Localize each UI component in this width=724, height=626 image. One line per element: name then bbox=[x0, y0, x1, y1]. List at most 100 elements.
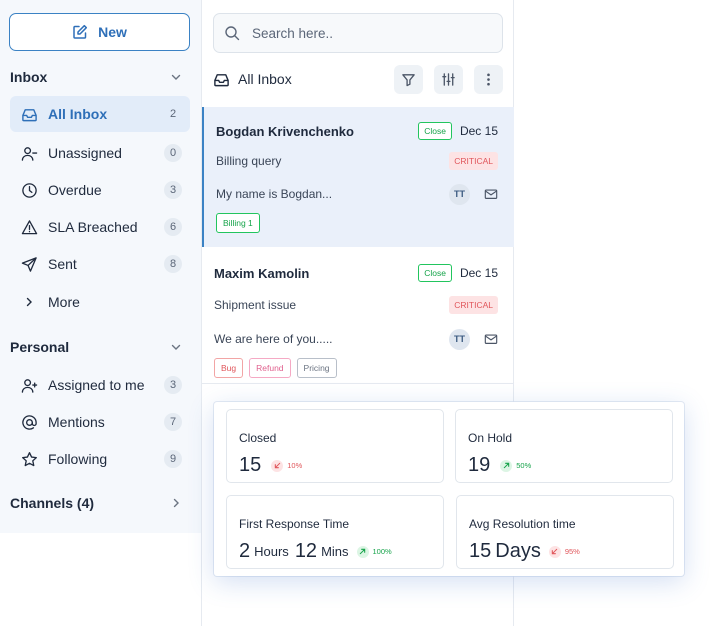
trend-percent: 95% bbox=[564, 547, 580, 556]
arrow-down-left-icon bbox=[271, 459, 284, 472]
sidebar-item-label: Unassigned bbox=[48, 145, 122, 161]
stat-unit: Hours bbox=[254, 544, 289, 559]
conversation-date: Dec 15 bbox=[459, 266, 498, 280]
status-badge: Close bbox=[418, 264, 452, 282]
sidebar-item-more[interactable]: More bbox=[10, 284, 190, 320]
chevron-right-icon bbox=[20, 293, 38, 311]
filter-button[interactable] bbox=[394, 64, 423, 94]
count-badge: 6 bbox=[164, 218, 182, 236]
sidebar-item-following[interactable]: Following 9 bbox=[10, 441, 190, 477]
inbox-header-title: All Inbox bbox=[238, 71, 292, 87]
more-vertical-icon bbox=[487, 73, 490, 85]
sidebar-item-sent[interactable]: Sent 8 bbox=[10, 246, 190, 282]
status-badge: Close bbox=[418, 122, 452, 140]
stat-value: 15 bbox=[239, 454, 262, 476]
channels-section-header[interactable]: Channels (4) bbox=[10, 494, 182, 512]
sidebar-item-label: Following bbox=[48, 451, 108, 467]
trend-percent: 50% bbox=[516, 461, 532, 470]
trend-percent: 100% bbox=[372, 547, 392, 556]
count-badge: 7 bbox=[164, 413, 182, 431]
avatar: TT bbox=[449, 328, 470, 350]
search-input[interactable] bbox=[252, 25, 482, 41]
sliders-icon bbox=[442, 72, 455, 86]
sidebar-item-label: All Inbox bbox=[48, 106, 108, 122]
priority-badge: CRITICAL bbox=[449, 296, 498, 314]
trend-indicator: 50% bbox=[500, 459, 532, 472]
clock-icon bbox=[20, 181, 38, 199]
sidebar-item-label: Sent bbox=[48, 256, 77, 272]
message-preview: We are here of you..... bbox=[214, 332, 333, 346]
message-preview: My name is Bogdan... bbox=[216, 187, 333, 201]
conversation-subject: Billing query bbox=[216, 154, 282, 168]
chevron-down-icon bbox=[170, 71, 182, 83]
more-options-button[interactable] bbox=[474, 64, 503, 94]
stat-value: 19 bbox=[468, 454, 491, 476]
conversation-date: Dec 15 bbox=[459, 124, 498, 138]
sidebar-item-label: Assigned to me bbox=[48, 377, 145, 393]
personal-section-header[interactable]: Personal bbox=[10, 338, 182, 356]
sidebar-item-assigned-to-me[interactable]: Assigned to me 3 bbox=[10, 367, 190, 403]
sidebar-item-label: Mentions bbox=[48, 414, 105, 430]
tag: Refund bbox=[249, 358, 291, 378]
stat-unit: Mins bbox=[321, 544, 349, 559]
count-badge: 9 bbox=[164, 450, 182, 468]
user-minus-icon bbox=[20, 144, 38, 162]
email-icon bbox=[484, 187, 498, 201]
edit-icon bbox=[72, 24, 88, 40]
count-badge: 3 bbox=[164, 376, 182, 394]
sidebar-item-sla-breached[interactable]: SLA Breached 6 bbox=[10, 209, 190, 245]
sidebar-item-label: SLA Breached bbox=[48, 219, 138, 235]
trend-indicator: 95% bbox=[548, 545, 580, 558]
avatar: TT bbox=[449, 183, 470, 205]
conversation-item[interactable]: Bogdan Krivenchenko Close Dec 15 Billing… bbox=[202, 107, 514, 247]
inbox-section-header[interactable]: Inbox bbox=[10, 68, 182, 86]
trend-indicator: 100% bbox=[356, 545, 392, 558]
sidebar-item-all-inbox[interactable]: All Inbox 2 bbox=[10, 96, 190, 132]
trend-percent: 10% bbox=[287, 461, 303, 470]
sidebar-item-label: Overdue bbox=[48, 182, 102, 198]
stat-card-on-hold: On Hold 19 50% bbox=[455, 409, 673, 483]
new-button[interactable]: New bbox=[9, 13, 190, 51]
search-icon bbox=[224, 25, 240, 41]
user-plus-icon bbox=[20, 376, 38, 394]
priority-badge: CRITICAL bbox=[449, 152, 498, 170]
count-badge: 0 bbox=[164, 144, 182, 162]
stat-card-first-response-time: First Response Time 2 Hours 12 Mins 100% bbox=[226, 495, 444, 569]
personal-section-title: Personal bbox=[10, 339, 70, 355]
stat-card-closed: Closed 15 10% bbox=[226, 409, 444, 483]
adjust-button[interactable] bbox=[434, 64, 463, 94]
stat-unit: Days bbox=[495, 540, 541, 562]
filter-icon bbox=[402, 73, 415, 86]
stat-label: First Response Time bbox=[239, 517, 350, 531]
sidebar-item-label: More bbox=[48, 294, 80, 310]
stat-value: 12 bbox=[294, 540, 318, 562]
contact-name: Bogdan Krivenchenko bbox=[216, 123, 354, 139]
star-icon bbox=[20, 450, 38, 468]
sidebar-item-mentions[interactable]: Mentions 7 bbox=[10, 404, 190, 440]
sidebar-item-unassigned[interactable]: Unassigned 0 bbox=[10, 135, 190, 171]
sidebar-item-overdue[interactable]: Overdue 3 bbox=[10, 172, 190, 208]
tag: Billing 1 bbox=[216, 213, 260, 233]
inbox-section-title: Inbox bbox=[10, 69, 48, 85]
tag: Bug bbox=[214, 358, 244, 378]
chevron-down-icon bbox=[170, 341, 182, 353]
conversation-subject: Shipment issue bbox=[214, 298, 297, 312]
stat-value: 15 bbox=[469, 540, 492, 562]
stat-card-avg-resolution-time: Avg Resolution time 15 Days 95% bbox=[456, 495, 674, 569]
count-badge: 3 bbox=[164, 181, 182, 199]
stat-label: On Hold bbox=[468, 431, 513, 445]
contact-name: Maxim Kamolin bbox=[214, 265, 310, 281]
send-icon bbox=[20, 255, 38, 273]
new-button-label: New bbox=[98, 24, 127, 40]
search-box[interactable] bbox=[213, 13, 503, 53]
warning-icon bbox=[20, 218, 38, 236]
stat-label: Avg Resolution time bbox=[469, 517, 576, 531]
trend-indicator: 10% bbox=[271, 459, 303, 472]
inbox-icon bbox=[20, 105, 38, 123]
inbox-icon bbox=[213, 71, 230, 88]
chevron-right-icon bbox=[170, 497, 182, 509]
inbox-header: All Inbox bbox=[213, 62, 503, 96]
sidebar: New Inbox All Inbox 2 Unassigned 0 Overd… bbox=[0, 0, 201, 533]
arrow-up-right-icon bbox=[356, 545, 369, 558]
conversation-item[interactable]: Maxim Kamolin Close Dec 15 Shipment issu… bbox=[202, 251, 514, 384]
